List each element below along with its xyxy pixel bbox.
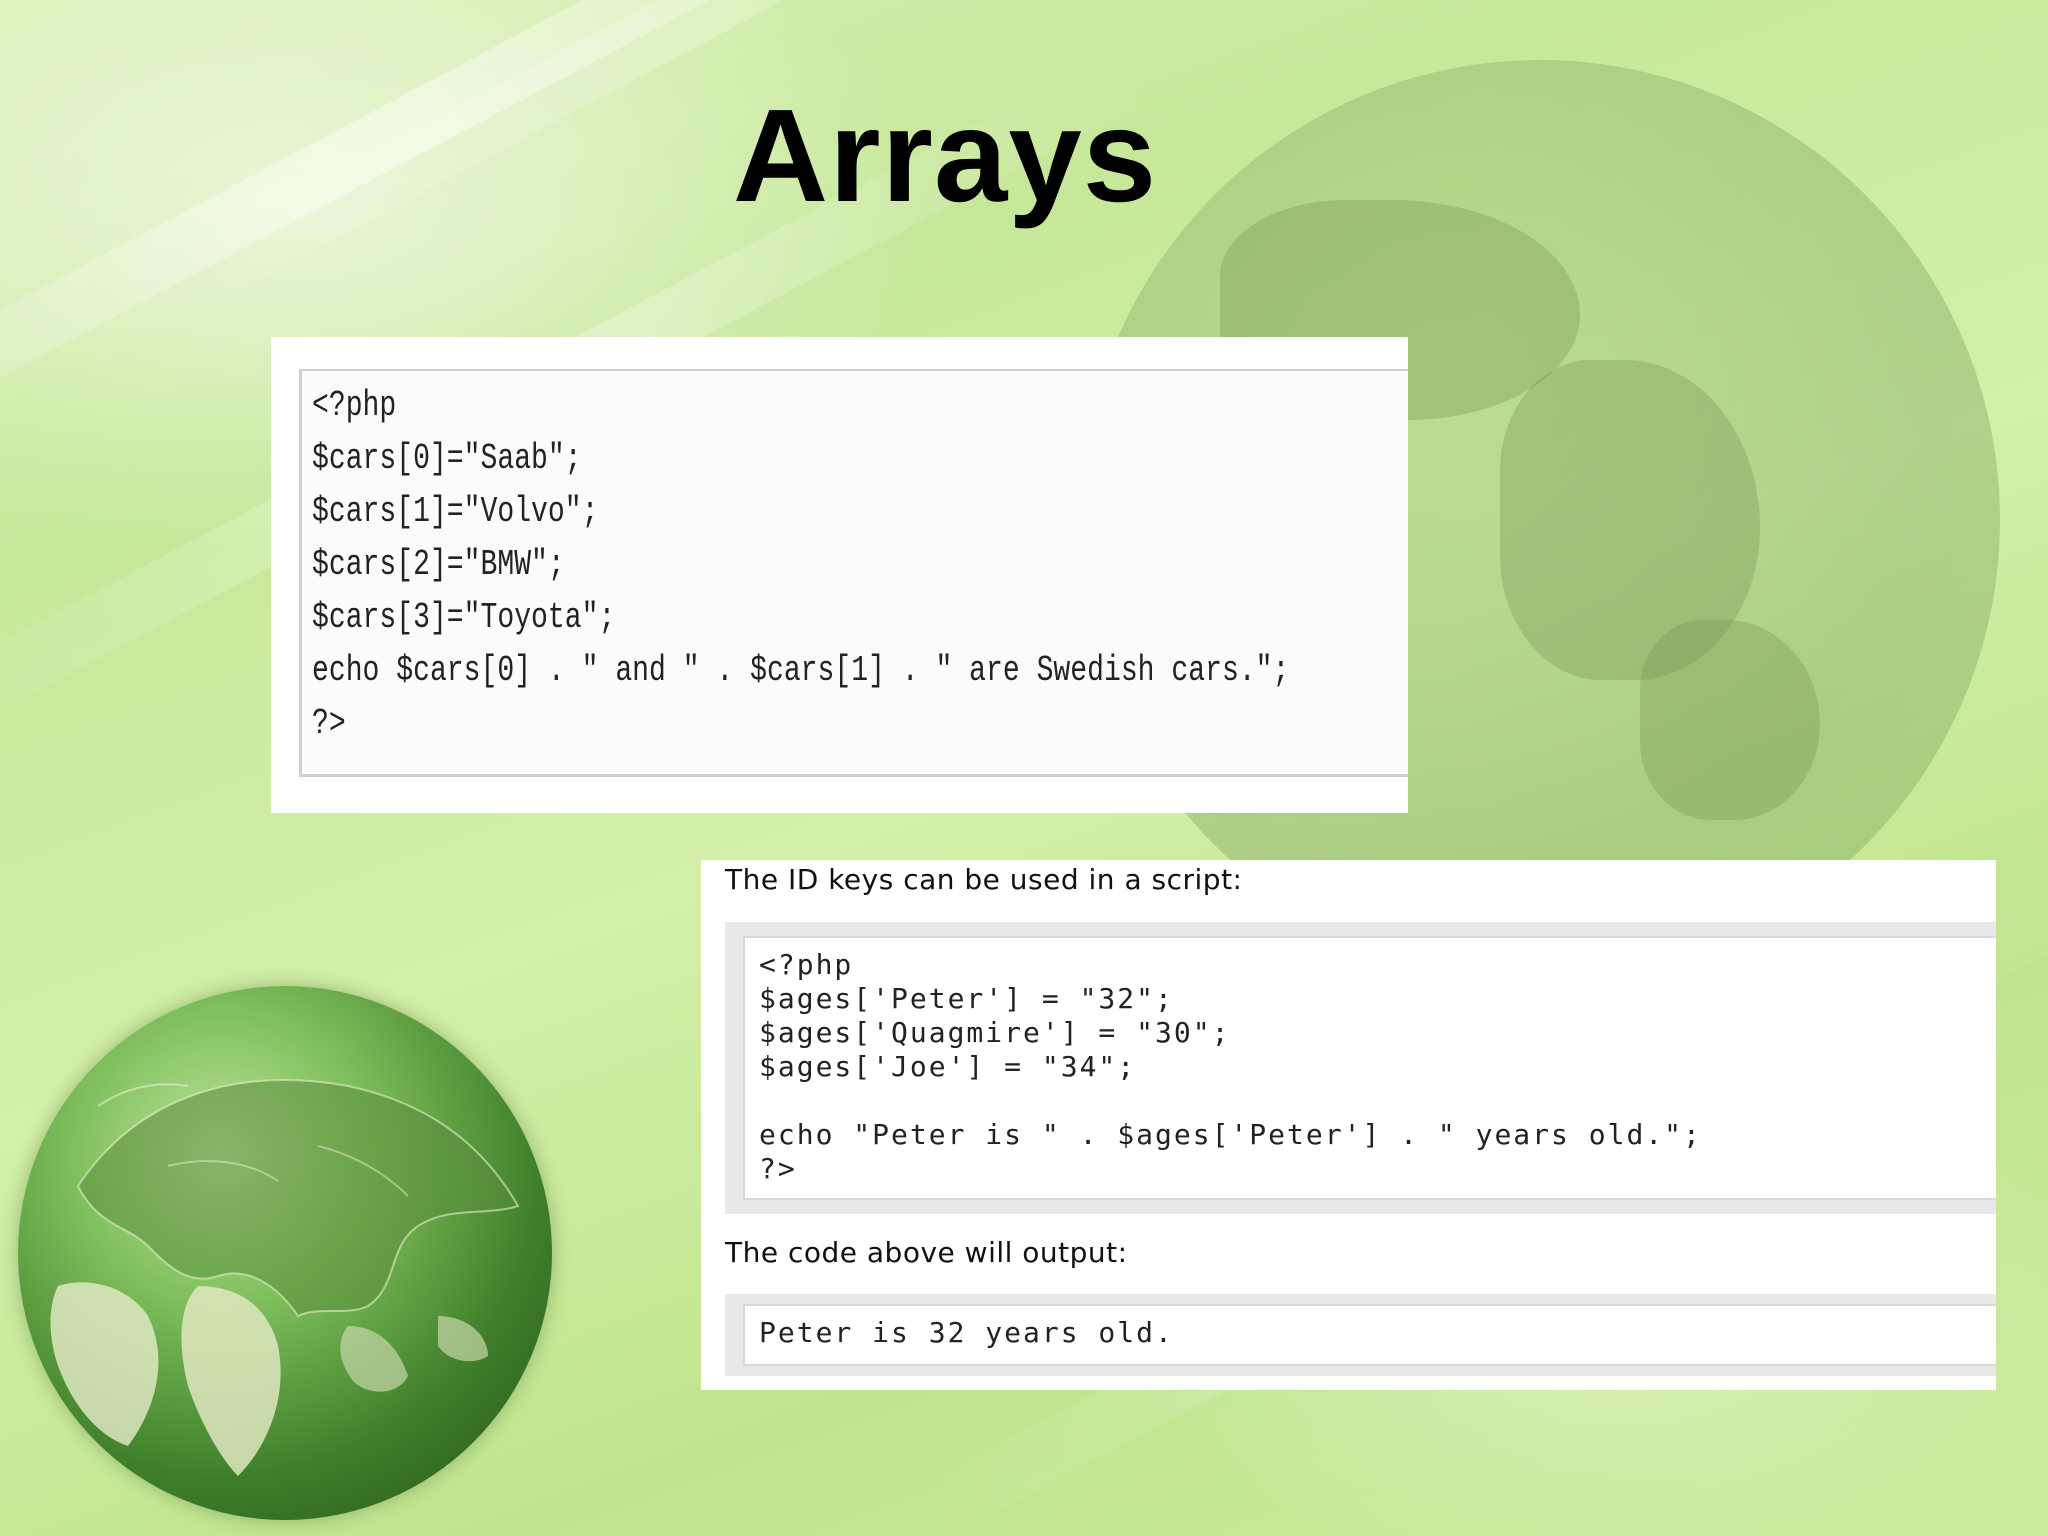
code-line: ?> bbox=[312, 703, 346, 744]
code-line: $ages['Joe'] = "34"; bbox=[759, 1050, 1137, 1083]
code-line: echo "Peter is " . $ages['Peter'] . " ye… bbox=[759, 1118, 1702, 1151]
code-panel-cars: <?php $cars[0]="Saab"; $cars[1]="Volvo";… bbox=[271, 337, 1408, 813]
code-line: ?> bbox=[759, 1152, 797, 1185]
code-box: <?php $ages['Peter'] = "32"; $ages['Quag… bbox=[725, 922, 1996, 1214]
code-line: $cars[1]="Volvo"; bbox=[312, 491, 599, 532]
code-panel-ages: The ID keys can be used in a script: <?p… bbox=[701, 860, 1996, 1390]
code-line: <?php bbox=[312, 385, 397, 426]
globe-image bbox=[18, 986, 552, 1520]
code-line: $cars[0]="Saab"; bbox=[312, 438, 582, 479]
code-line: $cars[2]="BMW"; bbox=[312, 544, 565, 585]
continents-illustration bbox=[50, 1079, 520, 1476]
slide: Arrays <?php $cars[0]="Saab"; $cars[1]="… bbox=[0, 0, 2048, 1536]
output-box-inner: Peter is 32 years old. bbox=[743, 1304, 1996, 1366]
output-box: Peter is 32 years old. bbox=[725, 1294, 1996, 1376]
section-heading: The ID keys can be used in a script: bbox=[725, 863, 1243, 896]
code-box: <?php $cars[0]="Saab"; $cars[1]="Volvo";… bbox=[299, 369, 1408, 777]
code-line: <?php bbox=[759, 948, 854, 981]
output-text: Peter is 32 years old. bbox=[759, 1316, 1174, 1349]
section-heading: The code above will output: bbox=[725, 1236, 1128, 1269]
code-line: $ages['Quagmire'] = "30"; bbox=[759, 1016, 1231, 1049]
code-line: echo $cars[0] . " and " . $cars[1] . " a… bbox=[312, 650, 1290, 691]
code-line: $ages['Peter'] = "32"; bbox=[759, 982, 1174, 1015]
slide-title: Arrays bbox=[732, 82, 1158, 229]
code-box-inner: <?php $ages['Peter'] = "32"; $ages['Quag… bbox=[743, 936, 1996, 1200]
code-line: $cars[3]="Toyota"; bbox=[312, 597, 616, 638]
